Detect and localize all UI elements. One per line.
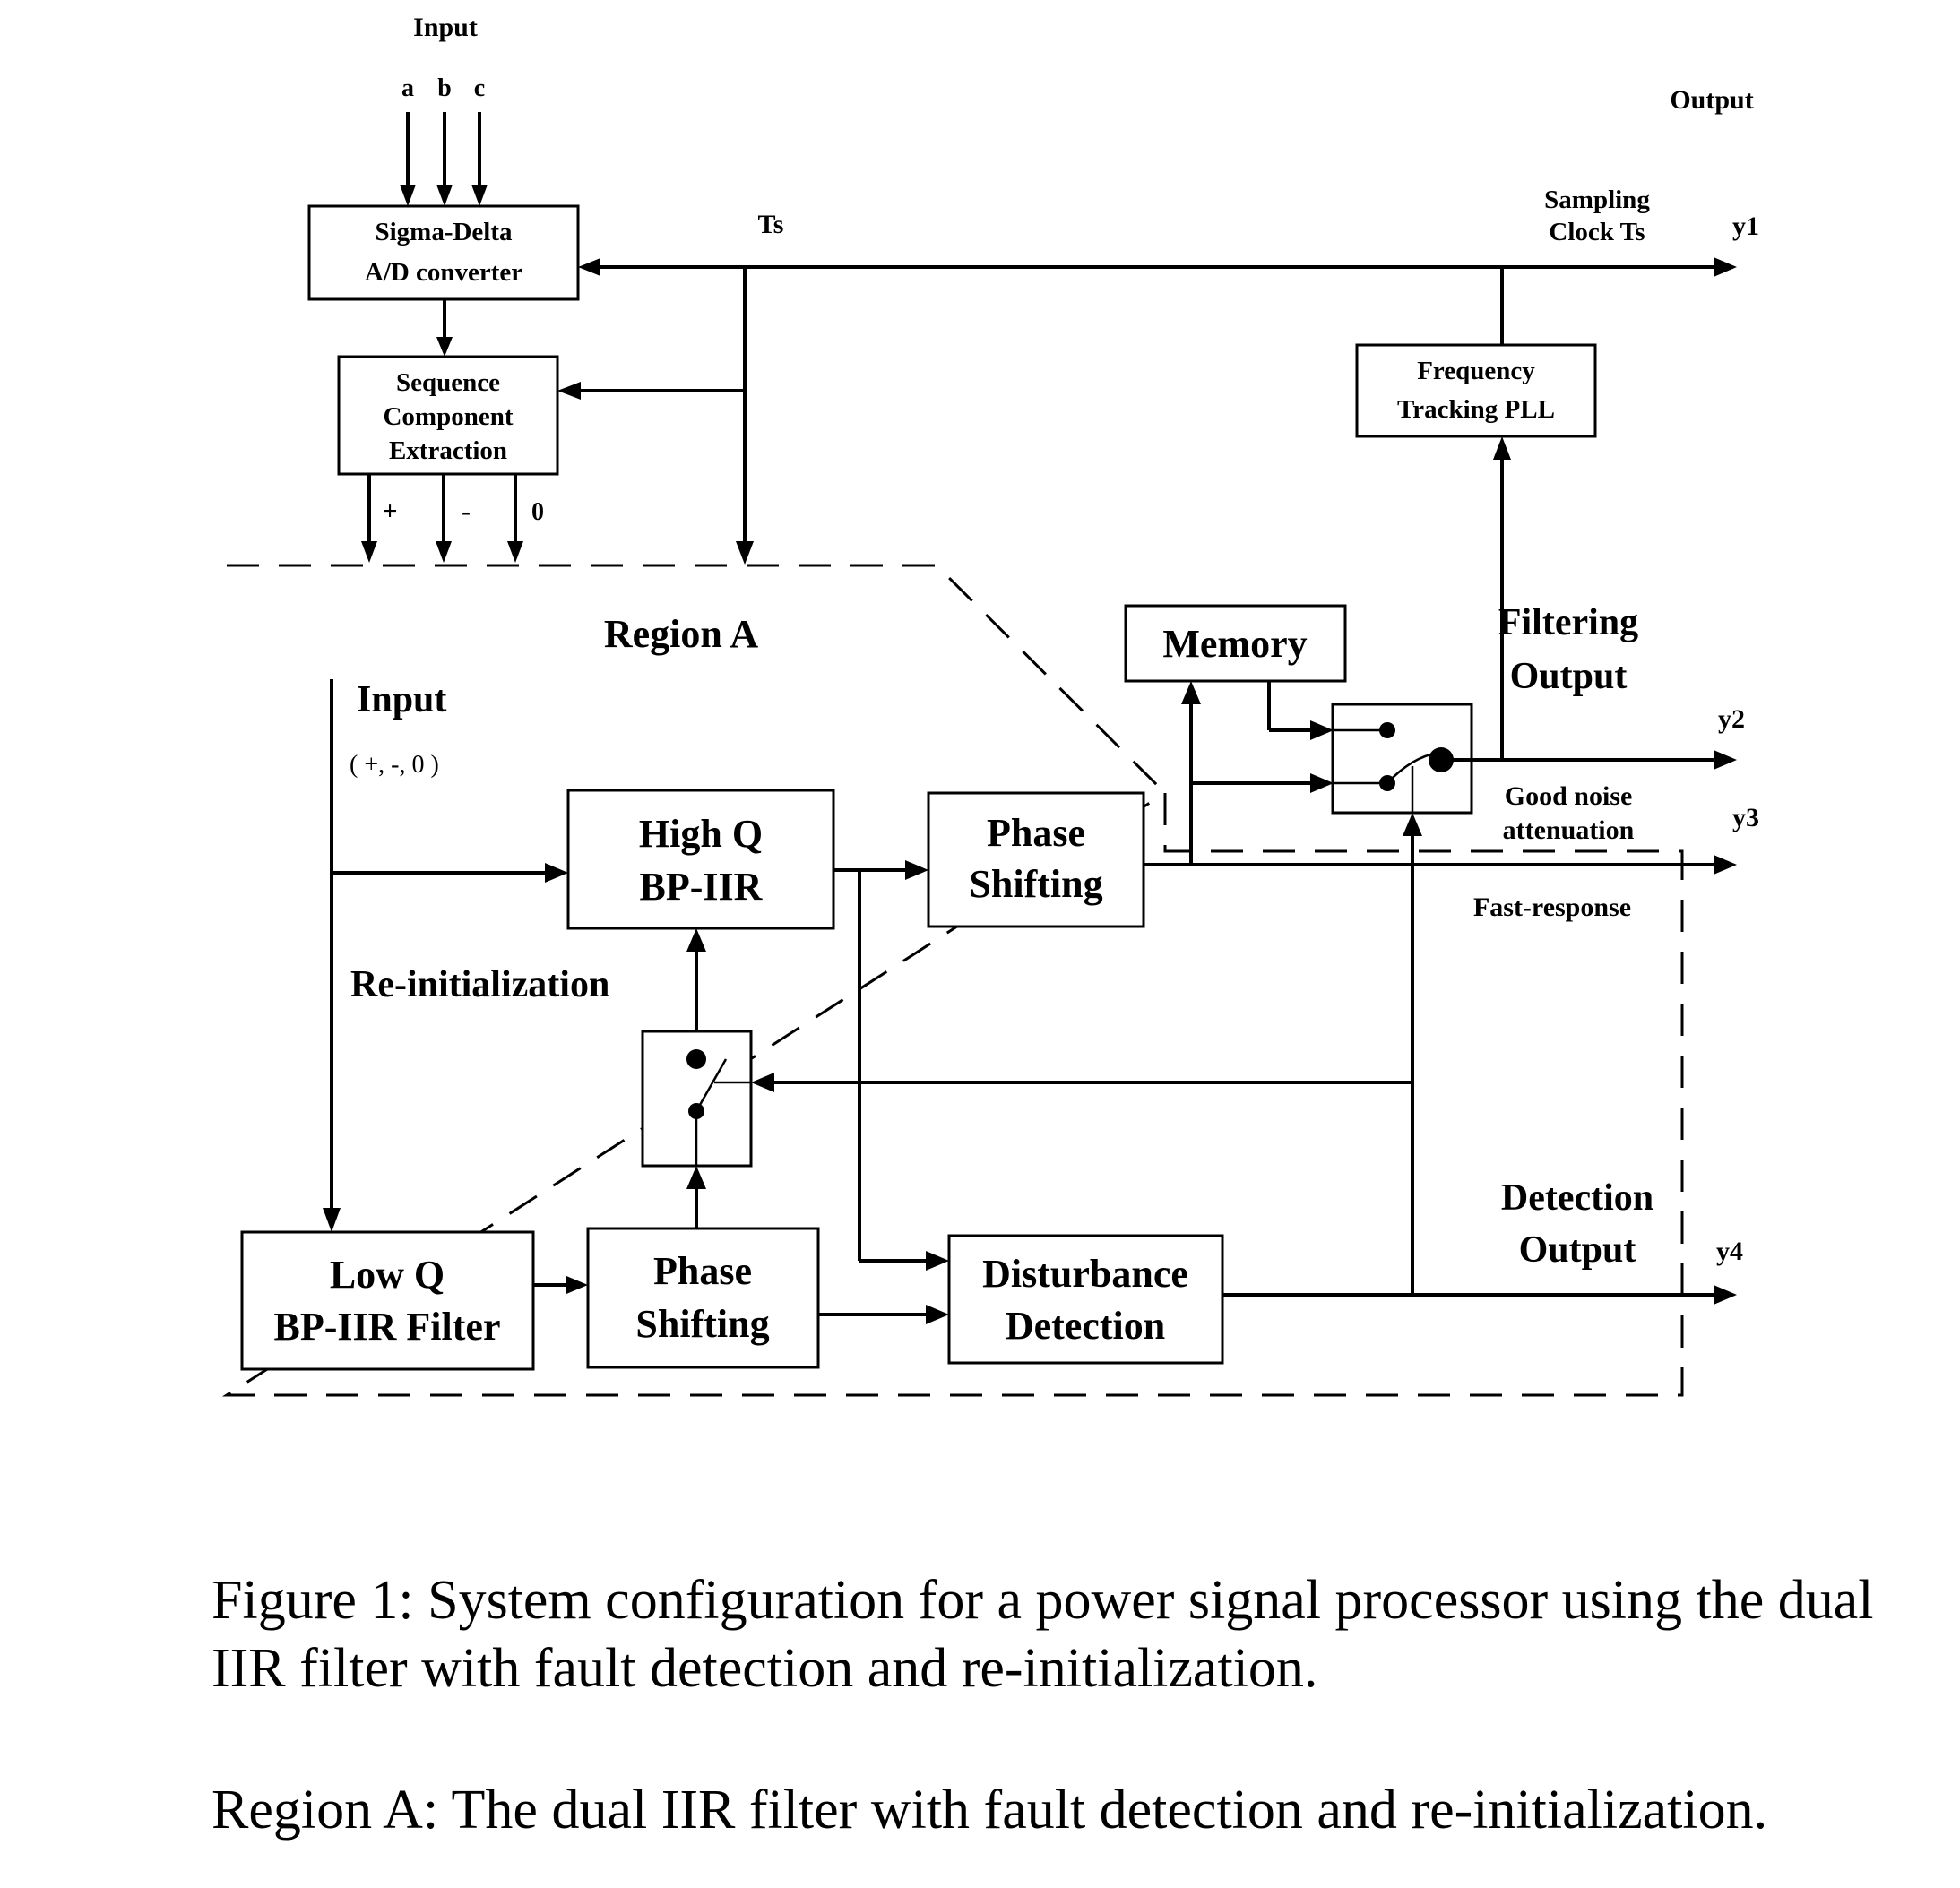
svg-text:Sequence: Sequence — [396, 368, 500, 397]
filtering-output-line — [1441, 750, 1737, 770]
disturbance-detection-block: Disturbance Detection — [947, 1234, 1224, 1365]
frequency-tracking-pll-block: Frequency Tracking PLL — [1355, 343, 1597, 438]
sampling-label-1: Sampling — [1544, 185, 1650, 214]
svg-text:Extraction: Extraction — [389, 436, 507, 465]
inner-input-sub: ( +, -, 0 ) — [350, 751, 439, 779]
region-caption: Region A: The dual IIR filter with fault… — [212, 1780, 1768, 1841]
reinit-feedback-line — [751, 1073, 1412, 1092]
svg-text:BP-IIR Filter: BP-IIR Filter — [274, 1305, 501, 1349]
svg-text:Sigma-Delta: Sigma-Delta — [375, 218, 513, 246]
svg-text:Tracking PLL: Tracking PLL — [1397, 395, 1555, 424]
svg-text:A/D converter: A/D converter — [365, 258, 522, 287]
reinit-label: Re-initialization — [350, 964, 609, 1005]
sigma-delta-block: Sigma-Delta A/D converter — [307, 204, 580, 301]
y4-label: y4 — [1716, 1237, 1743, 1266]
minus-label: - — [462, 496, 471, 526]
detection-output-label-1: Detection — [1501, 1177, 1653, 1219]
fast-response-output-line — [1144, 855, 1737, 875]
region-a-label: Region A — [604, 612, 759, 656]
svg-text:Shifting: Shifting — [969, 862, 1102, 906]
filtering-output-label-2: Output — [1510, 656, 1628, 697]
svg-text:Disturbance: Disturbance — [982, 1252, 1188, 1296]
phase-input-arrows — [400, 112, 488, 206]
svg-text:Frequency: Frequency — [1417, 357, 1535, 385]
sequence-extraction-block: Sequence Component Extraction — [337, 355, 559, 476]
y3-label: y3 — [1732, 803, 1759, 832]
detection-output-line — [1222, 1285, 1737, 1305]
fast-response-label: Fast-response — [1473, 892, 1631, 922]
svg-text:Memory: Memory — [1162, 622, 1307, 666]
memory-block: Memory — [1124, 604, 1347, 683]
low-q-bp-iir-filter-block: Low Q BP-IIR Filter — [240, 1230, 535, 1371]
phase-shifting-block-1: Phase Shifting — [927, 791, 1145, 928]
system-diagram: Input a b c Output Sigma-Delta A/D conve… — [221, 13, 1759, 1397]
reinit-switch — [641, 1030, 753, 1168]
top-input-label: Input — [413, 13, 478, 42]
phase-b-label: b — [437, 74, 452, 102]
svg-text:High Q: High Q — [639, 812, 763, 856]
phase-c-label: c — [474, 74, 485, 102]
figure-caption: Figure 1: System configuration for a pow… — [212, 1570, 1874, 1699]
svg-text:BP-IIR: BP-IIR — [640, 865, 764, 909]
filtering-output-label-1: Filtering — [1498, 602, 1638, 643]
output-header: Output — [1670, 85, 1753, 115]
svg-text:Detection: Detection — [1006, 1304, 1165, 1348]
zero-label: 0 — [531, 498, 544, 526]
y2-label: y2 — [1718, 704, 1745, 734]
svg-text:Component: Component — [383, 402, 513, 431]
svg-text:Shifting: Shifting — [635, 1302, 769, 1346]
svg-text:Low Q: Low Q — [330, 1253, 445, 1297]
phase-a-label: a — [401, 74, 414, 102]
sampling-label-2: Clock Ts — [1549, 218, 1645, 246]
ts-label: Ts — [758, 210, 784, 239]
svg-text:Phase: Phase — [653, 1249, 752, 1293]
good-noise-label-2: attenuation — [1503, 815, 1635, 845]
y1-label: y1 — [1732, 211, 1759, 241]
high-q-bp-iir-block: High Q BP-IIR — [566, 789, 835, 930]
inner-input-label: Input — [357, 679, 446, 720]
plus-label: + — [382, 496, 397, 526]
good-noise-label-1: Good noise — [1505, 781, 1633, 811]
detection-output-label-2: Output — [1519, 1229, 1636, 1271]
phase-shifting-block-2: Phase Shifting — [586, 1227, 820, 1369]
svg-text:Phase: Phase — [987, 811, 1085, 855]
